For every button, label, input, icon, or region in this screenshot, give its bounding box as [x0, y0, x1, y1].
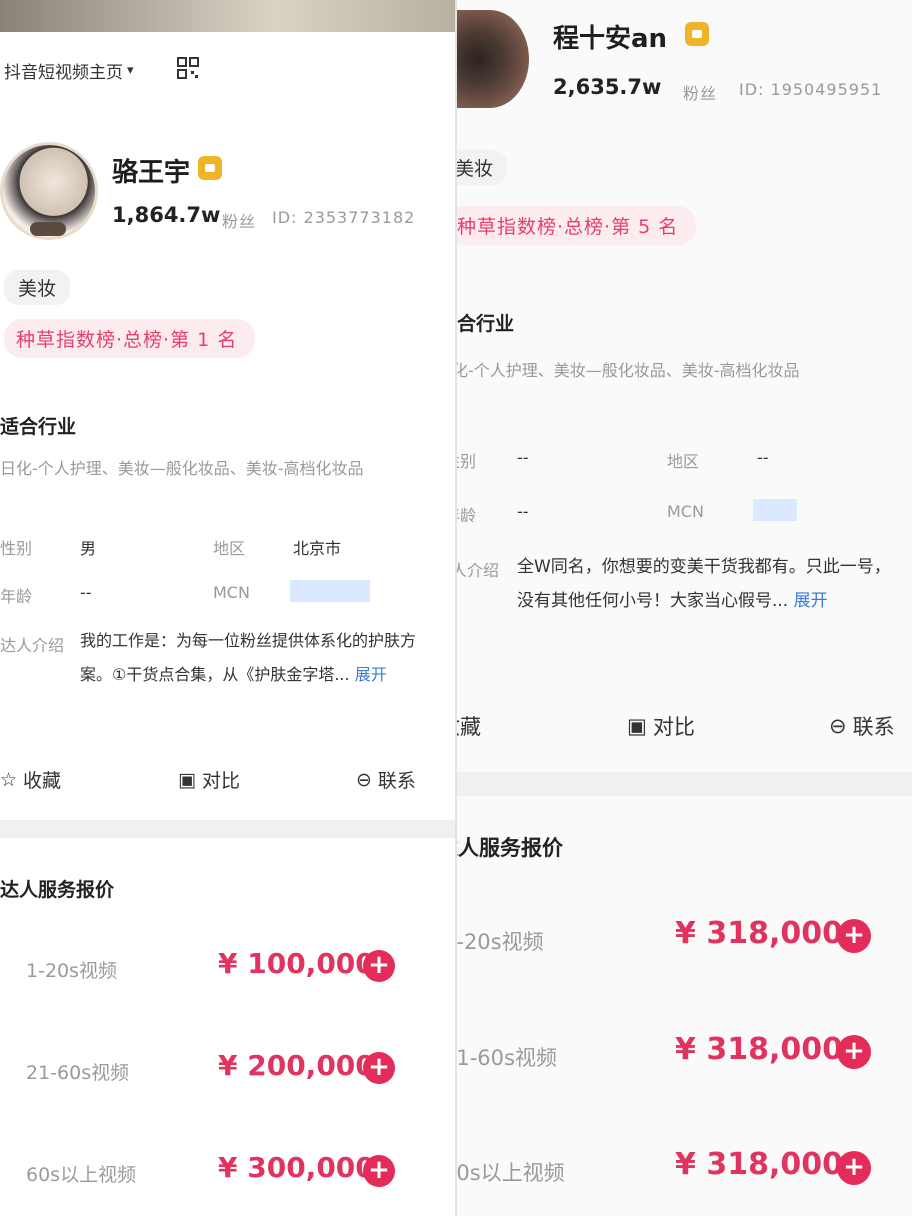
avatar-label-badge: [30, 222, 66, 236]
contact-icon: ⊖: [829, 714, 847, 738]
add-price-2-button[interactable]: +: [837, 1035, 871, 1069]
pricing-title: 达人服务报价: [0, 879, 115, 901]
gender-value: 男: [80, 539, 97, 558]
mcn-label: MCN: [213, 583, 250, 602]
favorite-label: 收藏: [457, 715, 481, 739]
region-value: --: [757, 448, 769, 467]
add-price-1-button[interactable]: +: [837, 919, 871, 953]
region-label: 地区: [213, 539, 246, 558]
avatar[interactable]: [457, 10, 529, 108]
rank-tag[interactable]: 种草指数榜·总榜·第 1 名: [4, 319, 256, 358]
industry-title: 适合行业: [0, 416, 77, 438]
add-price-3-button[interactable]: +: [363, 1155, 395, 1187]
age-value: --: [80, 583, 92, 602]
price-label-2: 21-60s视频: [457, 1046, 557, 1070]
rank-tag[interactable]: 种草指数榜·总榜·第 5 名: [457, 206, 697, 245]
price-value-3: ¥ 300,000: [218, 1151, 375, 1184]
section-divider: [0, 820, 455, 838]
right-profile-panel: 程十安an 2,635.7w 粉丝 ID: 1950495951 美妆 种草指数…: [457, 0, 912, 1216]
bio-label: 达人介绍: [0, 636, 65, 655]
gender-label: 性别: [0, 539, 33, 558]
contact-icon: ⊖: [356, 768, 372, 791]
profile-id: ID: 2353773182: [272, 208, 416, 227]
age-value: --: [517, 502, 529, 521]
age-label: 年龄: [457, 506, 477, 525]
bio-text: 全W同名，你想要的变美干货我都有。只此一号，没有其他任何小号！大家当心假号...…: [517, 550, 903, 618]
compare-icon: ▣: [178, 768, 196, 791]
left-profile-panel: 抖音短视频主页 ▾ 骆王宇 1,864.7w 粉丝 ID: 2353773182…: [0, 0, 455, 1216]
price-value-1: ¥ 318,000: [675, 916, 843, 951]
gender-label: 性别: [457, 452, 477, 471]
fans-label: 粉丝: [683, 84, 718, 103]
qrcode-icon[interactable]: [176, 56, 200, 84]
verified-badge-icon: [685, 22, 709, 46]
fans-label: 粉丝: [222, 212, 257, 231]
compare-button[interactable]: ▣ 对比: [178, 766, 240, 793]
homepage-selector[interactable]: 抖音短视频主页 ▾: [4, 58, 134, 83]
add-price-3-button[interactable]: +: [837, 1151, 871, 1185]
gender-value: --: [517, 448, 529, 467]
profile-name: 骆王宇: [112, 158, 191, 188]
fans-count: 2,635.7w: [553, 75, 662, 99]
profile-id: ID: 1950495951: [739, 80, 883, 99]
bio-text: 我的工作是：为每一位粉丝提供体系化的护肤方案。①干货点合集，从《护肤金字塔...…: [80, 624, 425, 692]
mcn-label: MCN: [667, 502, 704, 521]
compare-icon: ▣: [627, 714, 647, 738]
favorite-label: 收藏: [23, 770, 62, 792]
contact-button[interactable]: ⊖ 联系: [829, 711, 895, 741]
price-value-2: ¥ 200,000: [218, 1049, 375, 1082]
chevron-down-icon: ▾: [127, 63, 134, 78]
category-tag: 美妆: [457, 150, 508, 185]
contact-label: 联系: [852, 715, 895, 739]
region-label: 地区: [667, 452, 700, 471]
add-price-2-button[interactable]: +: [363, 1052, 395, 1084]
add-price-1-button[interactable]: +: [363, 950, 395, 982]
favorite-button[interactable]: 收藏: [457, 711, 481, 741]
contact-button[interactable]: ⊖ 联系: [356, 766, 416, 793]
industry-text: 日化-个人护理、美妆—般化妆品、美妆-高档化妆品: [457, 361, 800, 380]
price-label-1: 1-20s视频: [26, 960, 118, 982]
bio-content: 全W同名，你想要的变美干货我都有。只此一号，没有其他任何小号！大家当心假号...: [517, 557, 891, 611]
expand-link[interactable]: 展开: [794, 591, 828, 611]
age-label: 年龄: [0, 587, 33, 606]
price-label-3: 60s以上视频: [26, 1164, 137, 1186]
section-divider: [457, 772, 912, 796]
compare-button[interactable]: ▣ 对比: [627, 711, 695, 741]
region-value: 北京市: [293, 539, 342, 558]
top-photo-strip: [0, 0, 455, 32]
homepage-label: 抖音短视频主页: [4, 63, 123, 83]
price-label-2: 21-60s视频: [26, 1062, 130, 1084]
price-value-1: ¥ 100,000: [218, 947, 375, 980]
verified-badge-icon: [198, 156, 222, 180]
price-value-2: ¥ 318,000: [675, 1032, 843, 1067]
profile-name: 程十安an: [553, 24, 668, 54]
mcn-value-redacted: [753, 499, 797, 521]
star-icon: ☆: [0, 768, 18, 791]
bio-label: 达人介绍: [457, 561, 500, 580]
industry-title: 适合行业: [457, 313, 515, 335]
fans-count: 1,864.7w: [112, 203, 221, 227]
industry-text: 日化-个人护理、美妆—般化妆品、美妆-高档化妆品: [0, 459, 364, 478]
compare-label: 对比: [201, 770, 240, 792]
price-value-3: ¥ 318,000: [675, 1147, 843, 1182]
price-label-1: 1-20s视频: [457, 930, 544, 954]
pricing-title: 达人服务报价: [457, 836, 563, 860]
category-tag: 美妆: [4, 270, 71, 305]
price-label-3: 60s以上视频: [457, 1161, 565, 1185]
favorite-button[interactable]: ☆ 收藏: [0, 766, 61, 793]
compare-label: 对比: [652, 715, 695, 739]
expand-link[interactable]: 展开: [355, 665, 387, 684]
contact-label: 联系: [377, 770, 416, 792]
mcn-value-redacted: [290, 580, 370, 602]
